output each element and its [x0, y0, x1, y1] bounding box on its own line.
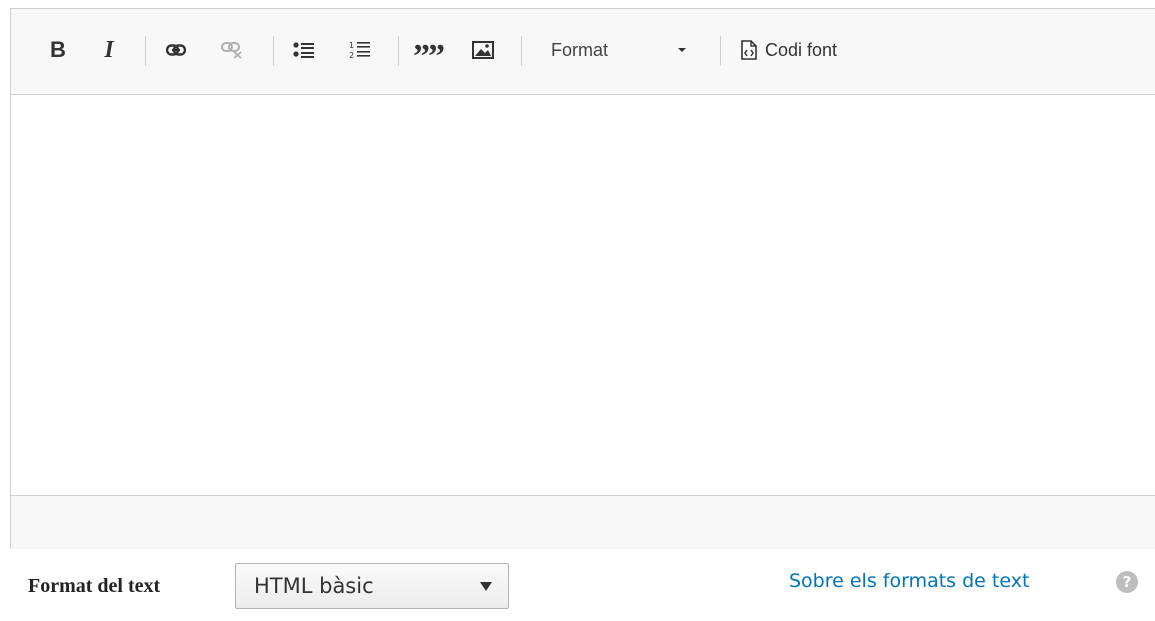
text-formats-help-link[interactable]: Sobre els formats de text	[789, 570, 1029, 592]
bulleted-list-icon	[293, 42, 314, 58]
toolbar-separator	[521, 36, 522, 66]
bulleted-list-button[interactable]	[285, 35, 323, 65]
format-dropdown-icon	[678, 48, 687, 52]
toolbar-separator	[720, 36, 721, 66]
unlink-button[interactable]	[213, 35, 251, 65]
svg-text:1: 1	[349, 41, 354, 50]
link-button[interactable]	[157, 35, 195, 65]
toolbar-separator	[398, 36, 399, 66]
link-icon	[166, 44, 186, 56]
rich-text-editor: B I 1 2 ”” Format Codi font	[10, 8, 1155, 549]
svg-text:2: 2	[349, 51, 354, 60]
chevron-down-icon	[480, 581, 492, 591]
blockquote-button[interactable]: ””	[409, 35, 447, 74]
format-dropdown[interactable]: Format	[531, 35, 711, 65]
text-format-footer: Format del text HTML bàsic Sobre els for…	[0, 549, 1155, 621]
format-dropdown-label: Format	[551, 39, 609, 60]
help-icon[interactable]: ?	[1116, 571, 1138, 593]
text-format-select-value: HTML bàsic	[254, 574, 374, 598]
source-code-button[interactable]: Codi font	[733, 35, 883, 65]
toolbar-separator	[273, 36, 274, 66]
bold-button[interactable]: B	[39, 35, 77, 65]
text-format-select[interactable]: HTML bàsic	[235, 563, 509, 609]
bold-icon: B	[50, 37, 66, 62]
italic-icon: I	[104, 36, 114, 63]
blockquote-icon: ””	[413, 38, 445, 75]
source-code-icon	[741, 40, 757, 60]
numbered-list-icon: 1 2	[349, 41, 370, 60]
source-code-label: Codi font	[765, 39, 838, 60]
text-format-label: Format del text	[28, 575, 161, 597]
editor-status-bar	[11, 495, 1155, 549]
image-button[interactable]	[464, 35, 502, 65]
numbered-list-button[interactable]: 1 2	[341, 35, 379, 65]
unlink-icon	[221, 42, 242, 59]
image-icon	[472, 41, 494, 59]
editor-toolbar: B I 1 2 ”” Format Codi font	[11, 9, 1155, 95]
toolbar-separator	[145, 36, 146, 66]
italic-button[interactable]: I	[91, 35, 127, 65]
editor-content-area[interactable]	[11, 95, 1155, 495]
